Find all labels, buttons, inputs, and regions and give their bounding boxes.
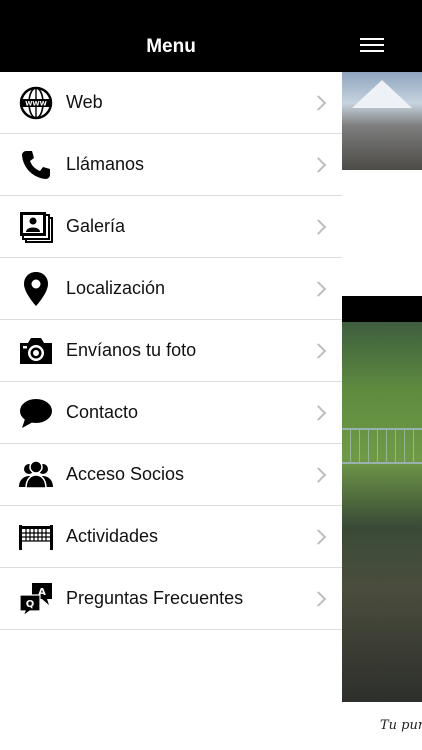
menu-item-label: Galería (66, 216, 126, 236)
field-photo (342, 322, 422, 702)
nav-bar: Menu (0, 0, 422, 72)
globe-icon: WWW (18, 85, 54, 121)
group-icon (18, 457, 54, 493)
menu-item-web[interactable]: WWW Web (0, 72, 342, 134)
content-preview[interactable]: Tu pun (342, 72, 422, 750)
menu-item-contacto[interactable]: Contacto (0, 382, 342, 444)
menu-item-galeria[interactable]: Galería (0, 196, 342, 258)
menu-item-envianos-foto[interactable]: Envíanos tu foto (0, 320, 342, 382)
camera-icon (18, 333, 54, 369)
preview-caption: Tu pun (380, 718, 422, 733)
menu-item-label: Contacto (66, 402, 139, 422)
menu-item-localizacion[interactable]: Localización (0, 258, 342, 320)
svg-text:WWW: WWW (25, 99, 47, 107)
menu-item-label: Acceso Socios (66, 464, 185, 484)
svg-text:Q: Q (26, 599, 35, 610)
menu-item-actividades[interactable]: Actividades (0, 506, 342, 568)
photos-icon (18, 209, 54, 245)
menu-item-label: Preguntas Frecuentes (66, 588, 244, 608)
page-title: Menu (146, 36, 196, 57)
net-icon (18, 519, 54, 555)
map-pin-icon (18, 271, 54, 307)
side-menu: WWW Web Llámanos Galería Localización En… (0, 72, 342, 750)
phone-icon (18, 147, 54, 183)
menu-item-label: Localización (66, 278, 166, 298)
menu-item-label: Envíanos tu foto (66, 340, 197, 360)
menu-item-label: Llámanos (66, 154, 145, 174)
chat-bubble-icon (18, 395, 54, 431)
mountain-photo (342, 72, 422, 170)
photo-header-bar (342, 296, 422, 322)
menu-item-preguntas-frecuentes[interactable]: A Q Preguntas Frecuentes (0, 568, 342, 630)
menu-item-acceso-socios[interactable]: Acceso Socios (0, 444, 342, 506)
menu-item-llamanos[interactable]: Llámanos (0, 134, 342, 196)
menu-item-label: Actividades (66, 526, 159, 546)
qa-icon: A Q (18, 581, 54, 617)
hamburger-menu-icon[interactable] (360, 38, 384, 52)
menu-item-label: Web (66, 92, 103, 112)
